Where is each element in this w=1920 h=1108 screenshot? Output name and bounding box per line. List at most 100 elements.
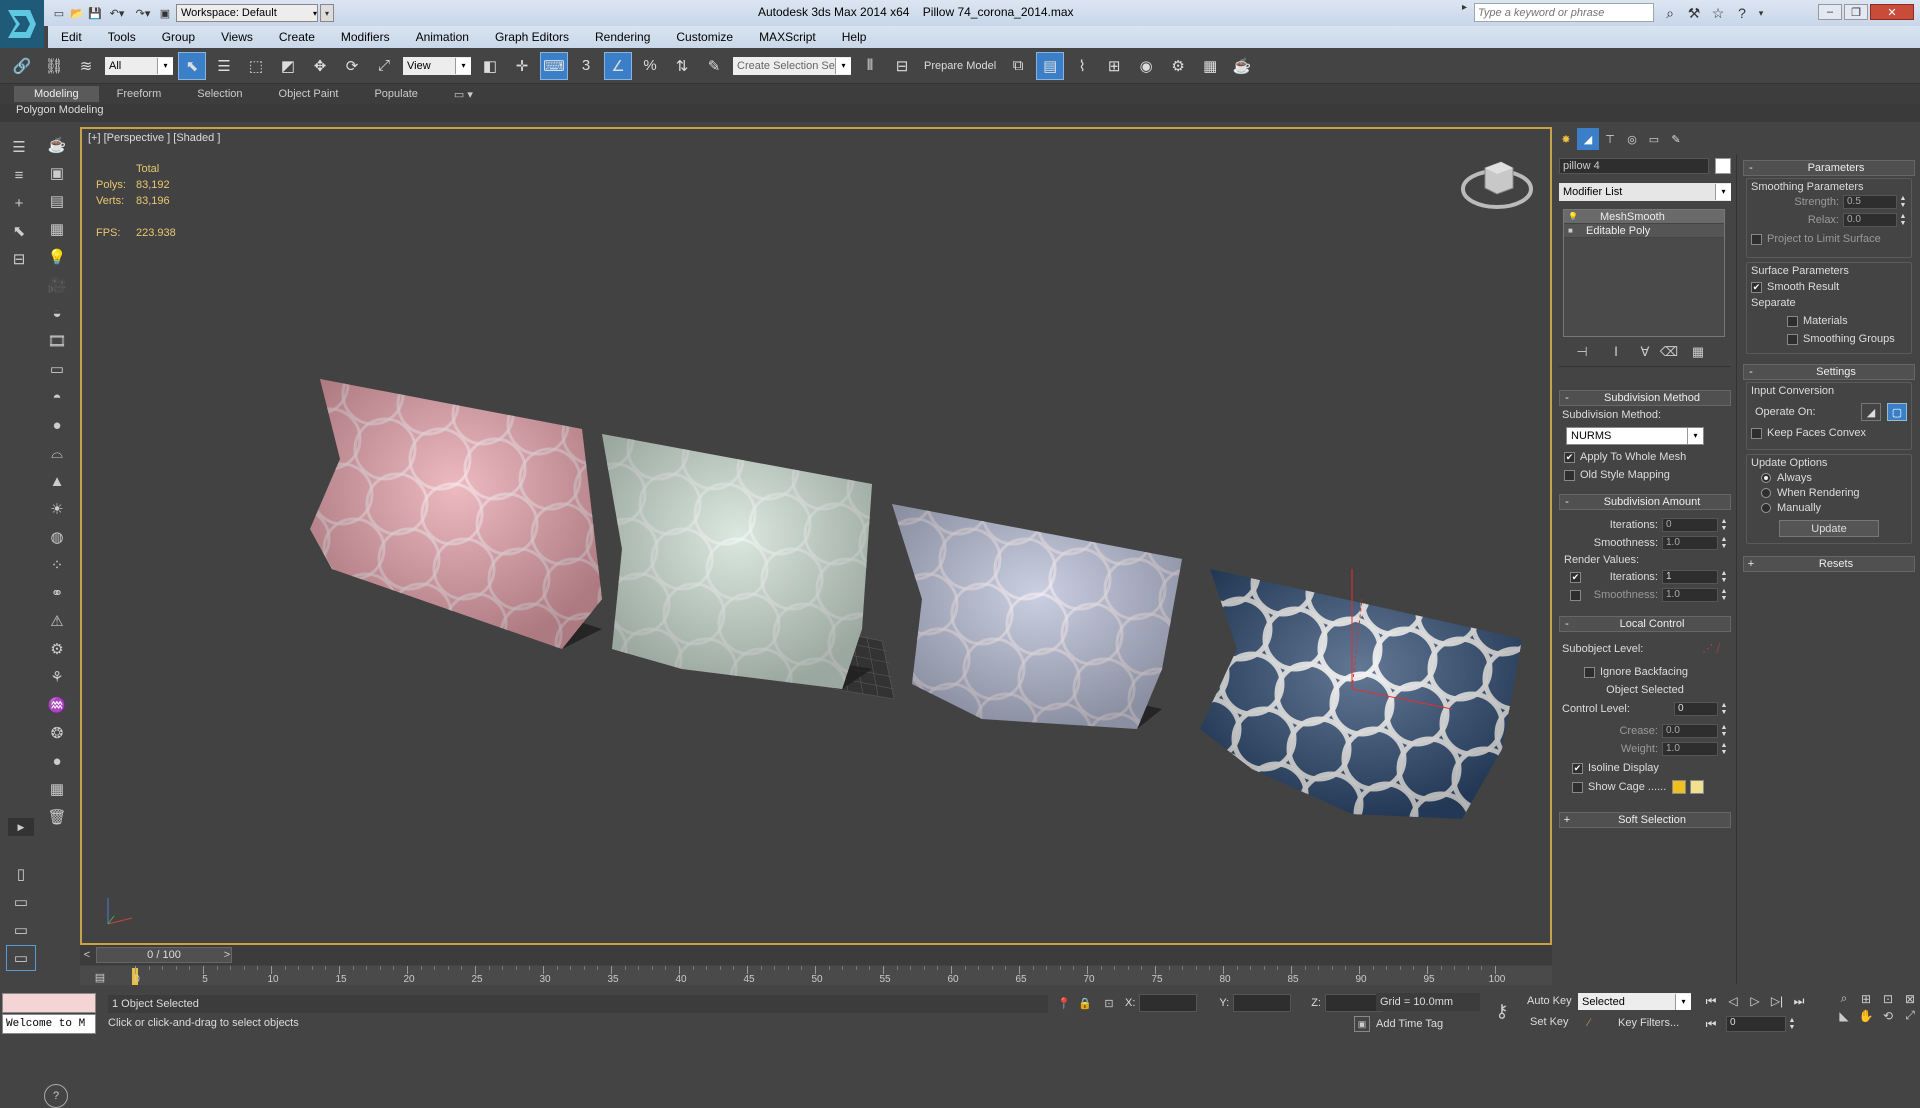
rectangular-selection-icon[interactable]: ⬚ <box>242 52 270 80</box>
stack-item-meshsmooth[interactable]: 💡 MeshSmooth <box>1564 210 1724 224</box>
operate-on-triangle-icon[interactable]: ◢ <box>1861 403 1881 421</box>
redo-icon[interactable]: ↷▾ <box>130 7 156 20</box>
scene-canvas[interactable] <box>82 129 1552 945</box>
particles-icon[interactable]: ⁘ <box>42 552 72 578</box>
keyboard-shortcut-override-icon[interactable]: ⌨ <box>540 51 568 80</box>
create-panel-icon[interactable]: + <box>4 190 34 216</box>
iterations-field[interactable]: 0 <box>1662 518 1718 532</box>
render-table-icon[interactable]: ▦ <box>42 776 72 802</box>
restore-icon[interactable]: ❐ <box>1844 4 1868 20</box>
selection-filter-dropdown[interactable]: All ▾ <box>105 56 173 75</box>
y-coordinate-field[interactable] <box>1233 994 1292 1012</box>
zoom-extents-icon[interactable]: ⊡ <box>1878 991 1898 1006</box>
strength-field[interactable]: 0.5 <box>1843 195 1897 209</box>
rotate-icon[interactable]: ⟳ <box>338 52 366 80</box>
render-setup-icon[interactable]: ⚙ <box>1164 52 1192 80</box>
window-crossing-icon[interactable]: ◩ <box>274 52 302 80</box>
infocenter-arrow-icon[interactable]: ▸ <box>1462 2 1472 24</box>
time-slider-thumb[interactable]: 0 / 100 <box>96 947 232 963</box>
strength-spinner-icon[interactable]: ▲ ▼ <box>1899 195 1907 209</box>
polygon-modeling-label[interactable]: Polygon Modeling <box>16 104 103 116</box>
set-key-icon[interactable]: ⚷ <box>1488 999 1516 1023</box>
expand-arrow-icon[interactable]: ▶ <box>8 818 34 836</box>
perspective-viewport[interactable]: [+] [Perspective ] [Shaded ] Total Polys… <box>80 127 1552 945</box>
stack-item-editable-poly[interactable]: ■ Editable Poly <box>1564 224 1724 238</box>
go-to-start-icon[interactable]: ⏮ <box>1700 994 1722 1009</box>
select-object-icon[interactable]: ⬉ <box>178 51 206 80</box>
manually-radio[interactable] <box>1761 503 1771 514</box>
layout-tab-1-icon[interactable]: ▯ <box>6 861 36 887</box>
go-to-end-icon[interactable]: ⏭ <box>1788 994 1810 1009</box>
maxscript-mini-listener-top[interactable] <box>2 993 96 1013</box>
mini-curve-editor-icon[interactable]: ▤ <box>90 968 110 986</box>
camera-icon[interactable]: 🎥 <box>42 272 72 298</box>
select-and-manipulate-icon[interactable]: ✛ <box>508 52 536 80</box>
subdivision-amount-rollout[interactable]: - Subdivision Amount <box>1559 494 1731 510</box>
scene-explorer-icon[interactable]: ☰ <box>4 134 34 160</box>
menu-graph-editors[interactable]: Graph Editors <box>495 30 569 44</box>
soft-selection-rollout[interactable]: + Soft Selection <box>1559 812 1731 828</box>
grass-icon[interactable]: ⚘ <box>42 664 72 690</box>
help-icon[interactable]: ? <box>1730 5 1754 21</box>
orbit-icon[interactable]: ⟲ <box>1878 1008 1898 1023</box>
select-by-name-icon[interactable]: ☰ <box>210 52 238 80</box>
weight-spinner-icon[interactable]: ▲ ▼ <box>1720 742 1728 756</box>
hierarchy-tab-icon[interactable]: ⊤ <box>1599 128 1621 150</box>
layer-explorer-icon[interactable]: ≡ <box>4 162 34 188</box>
field-of-view-icon[interactable]: ◣ <box>1834 1008 1854 1023</box>
subscription-icon[interactable]: ⚒ <box>1682 5 1706 22</box>
ribbon-options-icon[interactable]: ▭ ▾ <box>436 88 491 101</box>
isoline-display-checkbox[interactable]: ✔ <box>1572 762 1583 774</box>
when-rendering-radio[interactable] <box>1761 488 1771 499</box>
time-slider-prev-icon[interactable]: < <box>80 947 94 963</box>
cage-color-2-swatch[interactable] <box>1690 780 1705 794</box>
search-input[interactable] <box>1474 3 1654 22</box>
cage-color-1-swatch[interactable] <box>1672 780 1687 794</box>
modifier-on-off-icon[interactable]: 💡 <box>1568 210 1580 224</box>
key-filters-button[interactable]: Key Filters... <box>1618 1017 1679 1029</box>
select-filter-icon[interactable]: ⊟ <box>4 246 34 272</box>
ribbon-tab-freeform[interactable]: Freeform <box>99 88 180 100</box>
operate-on-polygon-icon[interactable]: ▢ <box>1887 403 1907 421</box>
show-end-result-icon[interactable]: Ⅰ <box>1599 344 1633 360</box>
pillow-1[interactable] <box>233 344 671 684</box>
render-iterations-checkbox[interactable]: ✔ <box>1570 571 1581 583</box>
workspace-arrow-icon[interactable]: ▾ <box>320 4 334 22</box>
subobject-vertex-edge-icon[interactable]: ⋰ ⧸ <box>1702 642 1720 656</box>
motion-tab-icon[interactable]: ◎ <box>1621 128 1643 150</box>
absolute-mode-icon[interactable]: ⊡ <box>1097 997 1121 1010</box>
new-file-icon[interactable]: ▭ <box>50 7 68 20</box>
ribbon-tab-selection[interactable]: Selection <box>179 88 260 100</box>
utilities-tab-icon[interactable]: ✎ <box>1665 128 1687 150</box>
z-coordinate-field[interactable] <box>1324 994 1383 1012</box>
spinner-snap-icon[interactable]: ⇅ <box>668 52 696 80</box>
weight-field[interactable]: 1.0 <box>1662 742 1718 756</box>
previous-frame-icon[interactable]: ◁ <box>1722 994 1744 1008</box>
layout-tab-3-icon[interactable]: ▭ <box>6 917 36 943</box>
menu-animation[interactable]: Animation <box>416 30 469 44</box>
render-smoothness-spinner-icon[interactable]: ▲ ▼ <box>1720 588 1728 602</box>
hemisphere-icon[interactable]: ◓ <box>42 384 72 410</box>
pan-icon[interactable]: ✋ <box>1856 1008 1876 1023</box>
object-name-field[interactable] <box>1559 158 1709 174</box>
menu-edit[interactable]: Edit <box>61 30 82 44</box>
workspace-dropdown[interactable]: Workspace: Default ▾ <box>176 4 318 22</box>
notes-icon[interactable]: ▤ <box>42 188 72 214</box>
connect-icon[interactable]: ⚭ <box>42 580 72 606</box>
bind-space-warp-icon[interactable]: ≋ <box>72 52 100 80</box>
default-tangent-icon[interactable]: ∕ <box>1580 1015 1598 1031</box>
control-level-field[interactable]: 0 <box>1674 702 1718 716</box>
curve-editor-icon[interactable]: ⌇ <box>1068 52 1096 80</box>
current-frame-field[interactable]: 0 <box>1726 1016 1786 1032</box>
menu-customize[interactable]: Customize <box>676 30 733 44</box>
parameters-rollout[interactable]: - Parameters <box>1743 160 1915 176</box>
pin-stack-icon[interactable]: ⊣ <box>1565 344 1599 360</box>
materials-checkbox[interactable] <box>1787 315 1798 327</box>
configure-modifier-sets-icon[interactable]: ▦ <box>1681 344 1715 360</box>
reference-coordinate-dropdown[interactable]: View ▾ <box>403 56 471 75</box>
next-frame-icon[interactable]: ▷| <box>1766 994 1788 1008</box>
make-unique-icon[interactable]: ∀ <box>1633 344 1657 360</box>
favorites-icon[interactable]: ☆ <box>1706 5 1730 22</box>
menu-create[interactable]: Create <box>279 30 315 44</box>
zoom-icon[interactable]: ⌕ <box>1834 991 1854 1006</box>
